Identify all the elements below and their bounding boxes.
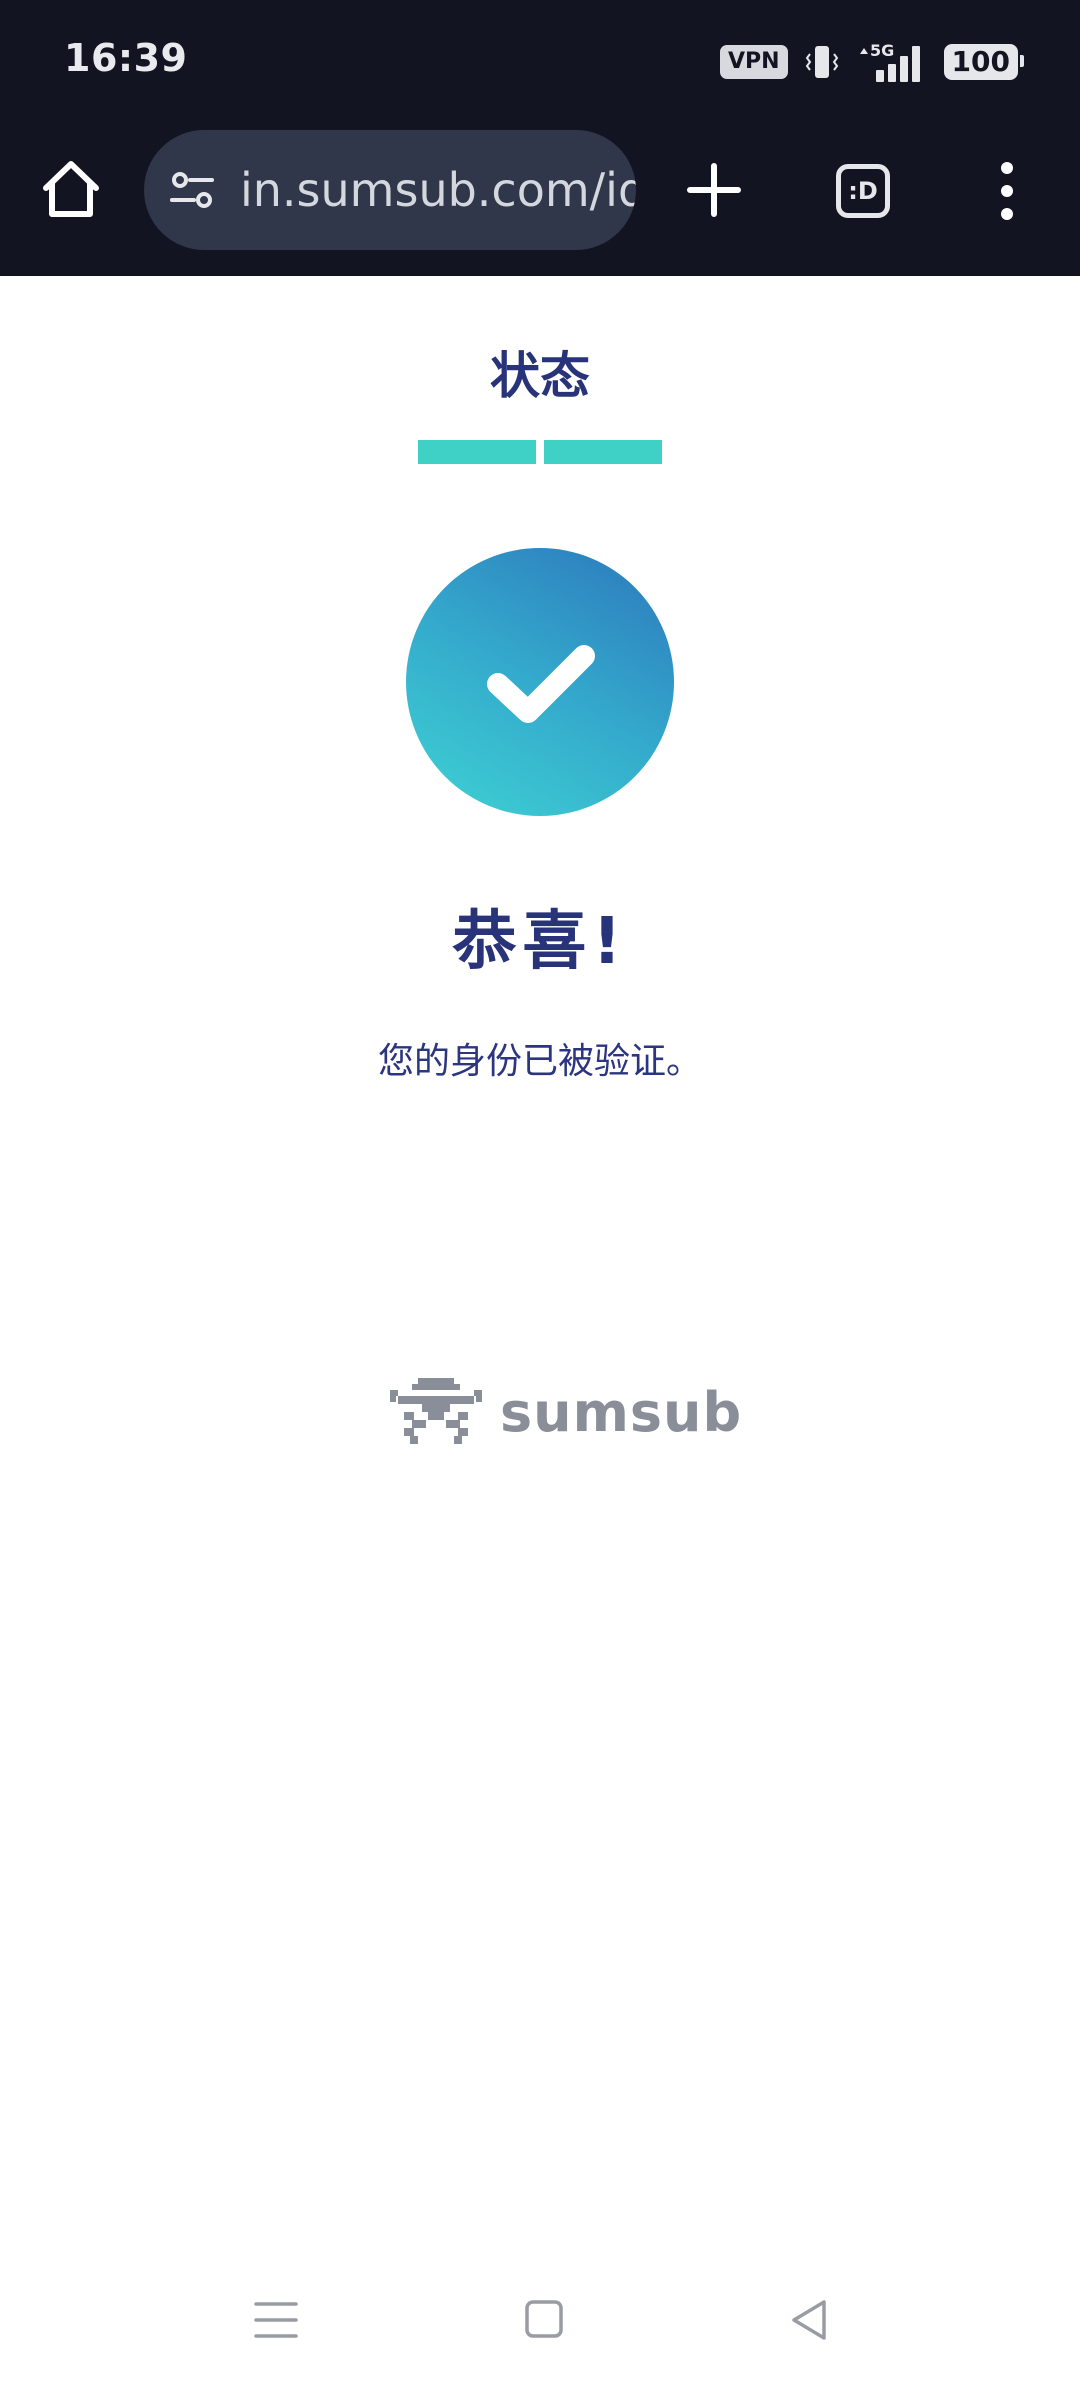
vibrate-icon (805, 46, 838, 78)
overflow-menu-icon[interactable] (992, 160, 1022, 222)
success-title: 恭喜! (452, 905, 628, 979)
home-square-icon[interactable] (514, 2290, 574, 2350)
step-progress (418, 440, 662, 464)
url-text[interactable]: in.sumsub.com/id (240, 163, 636, 217)
success-badge (406, 548, 674, 816)
tab-count-label: :D (848, 177, 878, 205)
brand-name: sumsub (500, 1380, 743, 1444)
battery-indicator: 100 (943, 44, 1025, 80)
progress-step-2 (544, 440, 662, 464)
sumsub-logo: sumsub (388, 1372, 742, 1452)
sumsub-pixel-icon (390, 1378, 482, 1444)
browser-chrome: 16:39 VPN 5G 100 in.sumsub.com/id:D (0, 0, 1080, 276)
recents-icon[interactable] (246, 2290, 306, 2350)
system-navigation-bar (0, 2290, 1080, 2370)
verification-message: 您的身份已被验证。 (377, 1041, 702, 1082)
site-settings-icon[interactable] (166, 164, 218, 216)
network-type-label: 5G (870, 41, 894, 60)
page-heading: 状态 (490, 347, 590, 405)
status-time: 16:39 (64, 36, 188, 80)
home-icon[interactable] (38, 156, 104, 222)
address-bar[interactable]: in.sumsub.com/id (144, 130, 636, 250)
progress-step-1 (418, 440, 536, 464)
new-tab-icon[interactable] (684, 160, 744, 220)
tab-switcher-button[interactable]: :D (836, 164, 890, 218)
vpn-badge: VPN (719, 45, 788, 79)
signal-icon: 5G (859, 41, 920, 82)
checkmark-icon (487, 645, 595, 723)
status-icons: VPN 5G 100 (719, 40, 1025, 84)
back-triangle-icon[interactable] (780, 2290, 840, 2350)
